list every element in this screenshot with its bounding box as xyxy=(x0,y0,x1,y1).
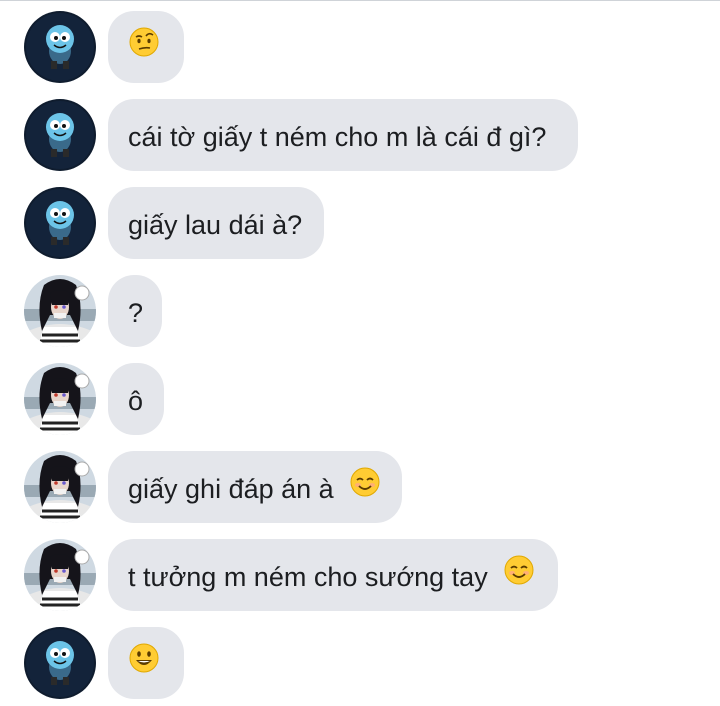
message-row: ô xyxy=(0,363,720,435)
top-divider xyxy=(0,0,720,1)
message-row xyxy=(0,11,720,83)
smiling-face-icon xyxy=(503,541,535,613)
message-bubble[interactable] xyxy=(108,11,184,83)
message-row: giấy lau dái à? xyxy=(0,187,720,259)
message-text: t tưởng m ném cho sướng tay xyxy=(128,561,488,592)
message-text: cái tờ giấy t ném cho m là cái đ gì? xyxy=(128,121,547,152)
message-row: giấy ghi đáp án à xyxy=(0,451,720,523)
message-bubble[interactable]: t tưởng m ném cho sướng tay xyxy=(108,539,558,611)
raised-eyebrow-face-icon xyxy=(128,13,160,85)
avatar-obanai[interactable] xyxy=(24,275,96,347)
avatar-obanai[interactable] xyxy=(24,363,96,435)
message-row xyxy=(0,627,720,699)
avatar-obanai[interactable] xyxy=(24,451,96,523)
smiling-face-icon xyxy=(349,453,381,525)
avatar-gumball[interactable] xyxy=(24,187,96,259)
message-text: giấy ghi đáp án à xyxy=(128,473,334,504)
message-text: ? xyxy=(128,297,144,328)
message-bubble[interactable]: giấy ghi đáp án à xyxy=(108,451,402,523)
message-bubble[interactable] xyxy=(108,627,184,699)
avatar-gumball[interactable] xyxy=(24,11,96,83)
message-text: giấy lau dái à? xyxy=(128,209,303,240)
grinning-face-icon xyxy=(128,629,160,701)
avatar-gumball[interactable] xyxy=(24,627,96,699)
message-text: ô xyxy=(128,385,144,416)
message-row: t tưởng m ném cho sướng tay xyxy=(0,539,720,611)
message-row: cái tờ giấy t ném cho m là cái đ gì? xyxy=(0,99,720,171)
message-bubble[interactable]: giấy lau dái à? xyxy=(108,187,324,259)
message-bubble[interactable]: cái tờ giấy t ném cho m là cái đ gì? xyxy=(108,99,578,171)
message-row: ? xyxy=(0,275,720,347)
message-bubble[interactable]: ? xyxy=(108,275,162,347)
avatar-gumball[interactable] xyxy=(24,99,96,171)
message-bubble[interactable]: ô xyxy=(108,363,164,435)
avatar-obanai[interactable] xyxy=(24,539,96,611)
